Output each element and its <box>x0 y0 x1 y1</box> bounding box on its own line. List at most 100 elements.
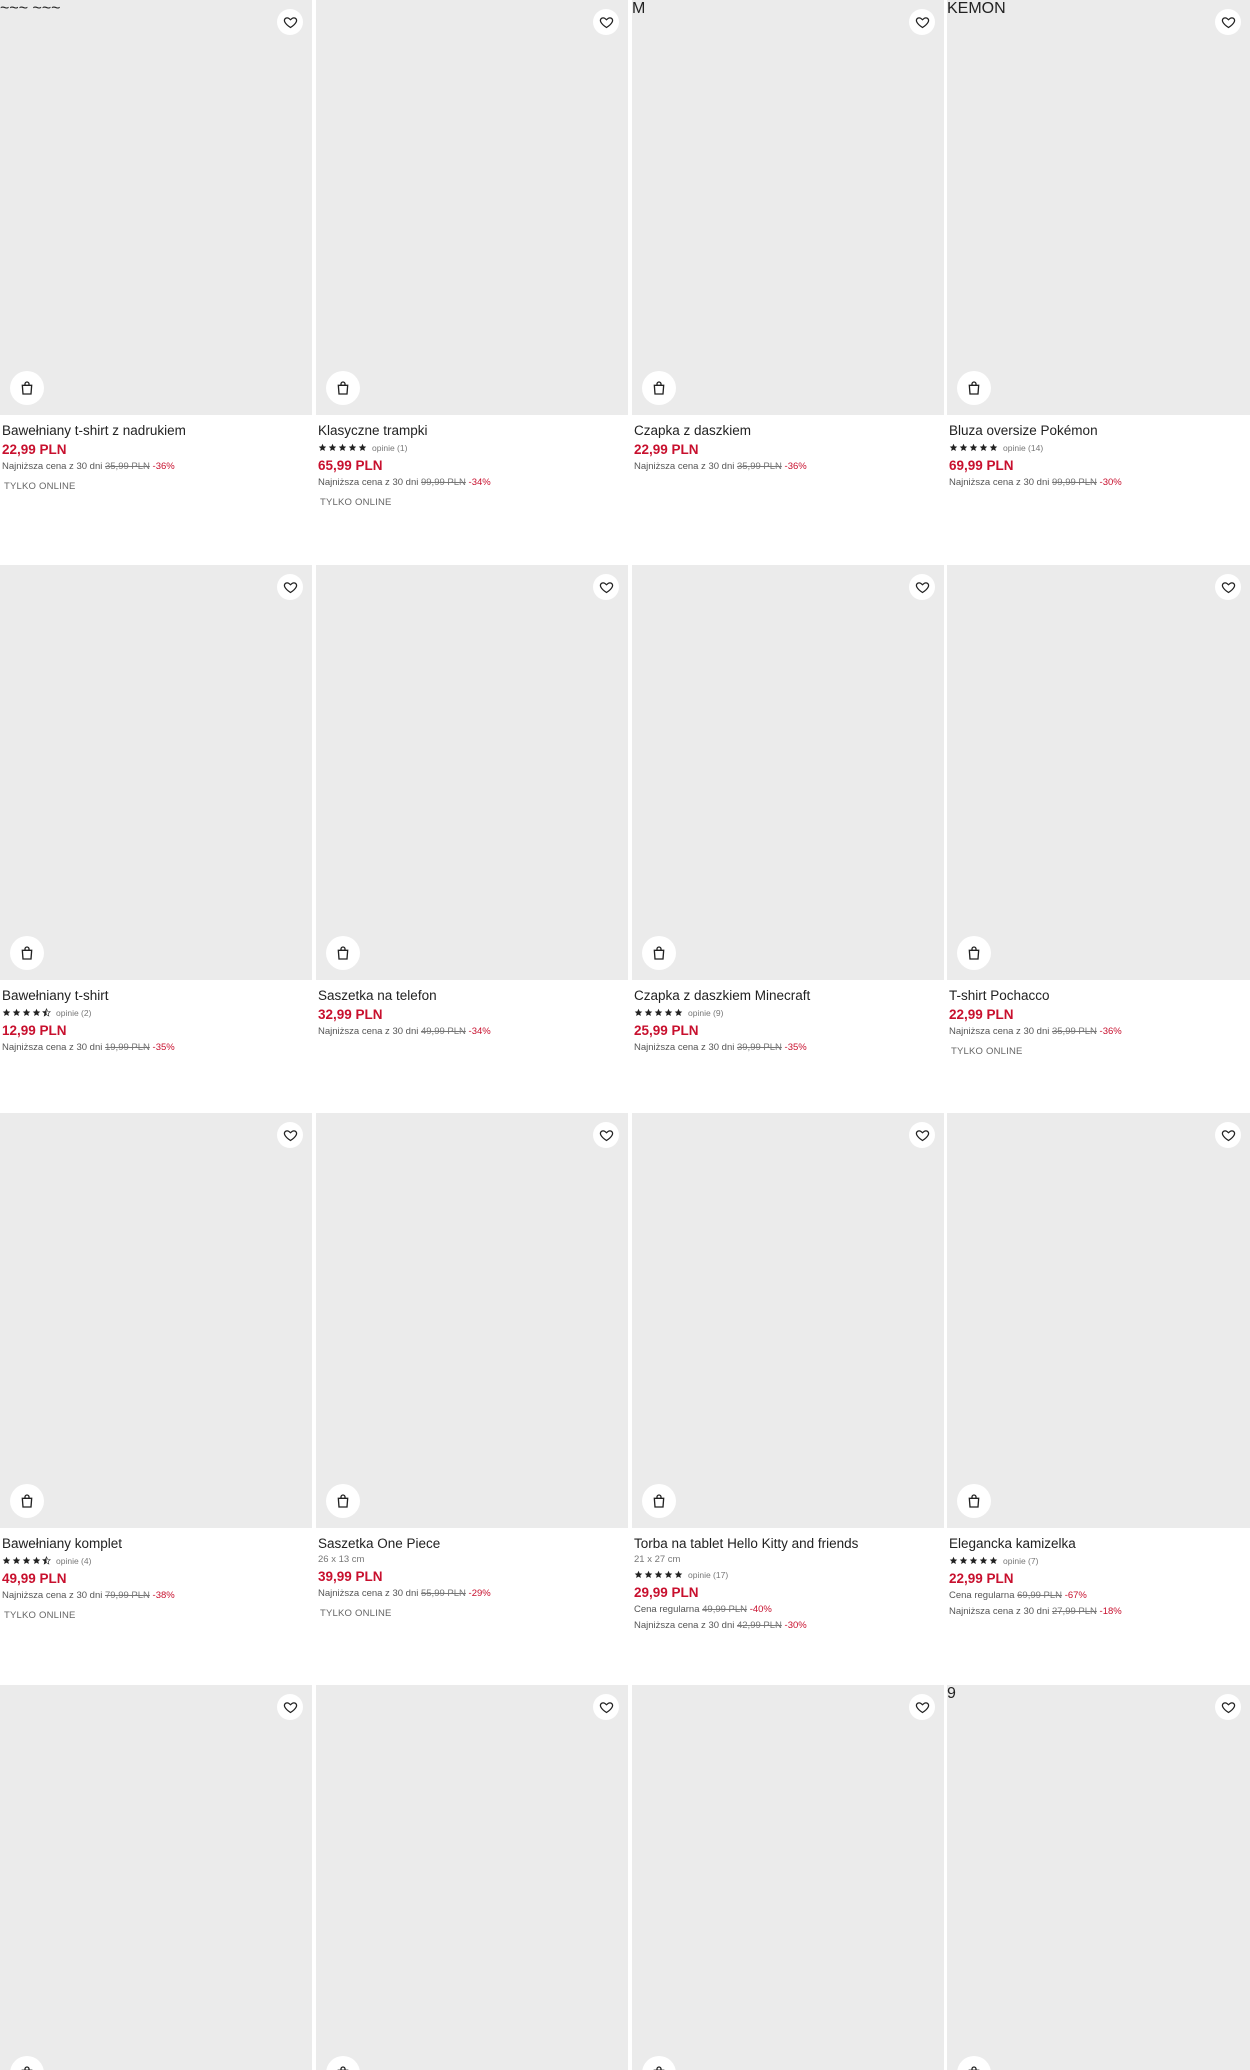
product-image[interactable] <box>632 565 944 980</box>
heart-icon[interactable] <box>277 9 303 35</box>
shopping-bag-icon[interactable] <box>326 936 360 970</box>
star-icon <box>664 1566 673 1584</box>
product-card[interactable]: Elegancka kamizelka opinie (7) 22,99 PLN Ce… <box>947 1113 1250 1673</box>
product-image[interactable] <box>0 565 312 980</box>
product-image[interactable]: M <box>632 0 944 415</box>
product-name[interactable]: T-shirt Pochacco <box>949 987 1246 1005</box>
product-card[interactable] <box>316 1685 628 2070</box>
heart-icon[interactable] <box>593 1122 619 1148</box>
shopping-bag-icon[interactable] <box>642 936 676 970</box>
product-photo: 9 <box>947 1685 1250 2070</box>
product-image[interactable]: KEMON <box>947 0 1250 415</box>
lowest-old-price: 99,99 PLN <box>1051 477 1097 488</box>
heart-icon[interactable] <box>909 574 935 600</box>
shopping-bag-icon[interactable] <box>957 936 991 970</box>
product-image[interactable]: 9 <box>947 1685 1250 2070</box>
product-image[interactable] <box>947 565 1250 980</box>
product-image[interactable] <box>316 1685 628 2070</box>
rating-stars <box>2 1552 51 1570</box>
star-icon <box>644 1004 653 1022</box>
product-card[interactable]: M Czapka z daszkiem 22,99 PLN Najniższa cen… <box>632 0 944 560</box>
product-name[interactable]: Bawełniany t-shirt z nadrukiem <box>2 422 308 440</box>
product-card[interactable] <box>632 1685 944 2070</box>
product-image[interactable] <box>947 1113 1250 1528</box>
product-info: Saszetka One Piece 26 x 13 cm 39,99 PLN Naj… <box>318 1535 624 1619</box>
shopping-bag-icon[interactable] <box>326 371 360 405</box>
product-card[interactable]: T-shirt Pochacco 22,99 PLN Najniższa cena … <box>947 565 1250 1125</box>
product-card[interactable]: Czapka z daszkiem Minecraft opinie (9) 25,… <box>632 565 944 1125</box>
product-image[interactable] <box>316 1113 628 1528</box>
heart-icon[interactable] <box>909 1694 935 1720</box>
shopping-bag-icon[interactable] <box>326 1484 360 1518</box>
price: 49,99 PLN <box>2 1571 67 1586</box>
shopping-bag-icon[interactable] <box>957 371 991 405</box>
heart-icon[interactable] <box>593 1694 619 1720</box>
online-only-badge: TYLKO ONLINE <box>951 1046 1023 1057</box>
product-card[interactable]: ~~~ ~~~ Bawełniany t-shirt z nadrukiem 22,… <box>0 0 312 560</box>
product-image[interactable] <box>0 1685 312 2070</box>
heart-icon[interactable] <box>277 1694 303 1720</box>
regular-price: Cena regularna 69,99 PLN -67% <box>949 1588 1246 1604</box>
lowest-price-label: Najniższa cena z 30 dni <box>634 1620 735 1631</box>
heart-icon[interactable] <box>1215 1694 1241 1720</box>
online-only-badge: TYLKO ONLINE <box>4 1610 76 1621</box>
product-image[interactable] <box>316 0 628 415</box>
product-name[interactable]: Saszetka One Piece <box>318 1535 624 1553</box>
shopping-bag-icon[interactable] <box>957 1484 991 1518</box>
price: 32,99 PLN <box>318 1007 383 1022</box>
heart-icon[interactable] <box>1215 1122 1241 1148</box>
product-image[interactable] <box>632 1685 944 2070</box>
rating-stars <box>634 1004 683 1022</box>
product-card[interactable]: KEMON Bluza oversize Pokémon opinie (14) 6… <box>947 0 1250 560</box>
heart-icon[interactable] <box>277 1122 303 1148</box>
product-image[interactable] <box>0 1113 312 1528</box>
product-name[interactable]: Torba na tablet Hello Kitty and friends <box>634 1535 940 1553</box>
product-card[interactable]: Saszetka na telefon 32,99 PLN Najniższa ce… <box>316 565 628 1125</box>
shopping-bag-icon[interactable] <box>642 371 676 405</box>
shopping-bag-icon[interactable] <box>10 371 44 405</box>
shopping-bag-icon[interactable] <box>10 936 44 970</box>
lowest-discount: -35% <box>784 1042 807 1053</box>
product-card[interactable]: Bawełniany t-shirt opinie (2) 12,99 PLN Naj… <box>0 565 312 1125</box>
product-card[interactable]: Bawełniany komplet opinie (4) 49,99 PLN Naj… <box>0 1113 312 1673</box>
price: 22,99 PLN <box>949 1007 1014 1022</box>
shopping-bag-icon[interactable] <box>10 1484 44 1518</box>
star-icon <box>32 1552 41 1570</box>
product-name[interactable]: Klasyczne trampki <box>318 422 624 440</box>
shopping-bag-icon[interactable] <box>642 1484 676 1518</box>
product-name[interactable]: Bluza oversize Pokémon <box>949 422 1246 440</box>
price: 65,99 PLN <box>318 458 383 473</box>
product-image[interactable] <box>316 565 628 980</box>
product-card[interactable]: Torba na tablet Hello Kitty and friends 2… <box>632 1113 944 1673</box>
product-card[interactable]: 9 <box>947 1685 1250 2070</box>
heart-icon[interactable] <box>593 574 619 600</box>
lowest-price-label: Najniższa cena z 30 dni <box>2 461 103 472</box>
product-card[interactable]: Klasyczne trampki opinie (1) 65,99 PLN Najn… <box>316 0 628 560</box>
heart-icon[interactable] <box>1215 574 1241 600</box>
heart-icon[interactable] <box>277 574 303 600</box>
lowest-price-label: Najniższa cena z 30 dni <box>2 1042 103 1053</box>
product-name[interactable]: Czapka z daszkiem <box>634 422 940 440</box>
product-rating: opinie (17) <box>634 1567 940 1583</box>
product-info: Bawełniany komplet opinie (4) 49,99 PLN Naj… <box>2 1535 308 1621</box>
lowest-price-30-days: Najniższa cena z 30 dni 39,99 PLN -35% <box>634 1040 940 1056</box>
product-photo <box>632 565 944 980</box>
product-card[interactable]: Saszetka One Piece 26 x 13 cm 39,99 PLN Naj… <box>316 1113 628 1673</box>
product-name[interactable]: Elegancka kamizelka <box>949 1535 1246 1553</box>
product-name[interactable]: Bawełniany t-shirt <box>2 987 308 1005</box>
heart-icon[interactable] <box>593 9 619 35</box>
svg-text:KEMON: KEMON <box>947 0 1006 17</box>
product-image[interactable]: ~~~ ~~~ <box>0 0 312 415</box>
product-photo <box>632 1685 944 2070</box>
review-count: opinie (2) <box>56 1008 92 1018</box>
heart-icon[interactable] <box>909 9 935 35</box>
heart-icon[interactable] <box>1215 9 1241 35</box>
heart-icon[interactable] <box>909 1122 935 1148</box>
lowest-price-label: Najniższa cena z 30 dni <box>949 1026 1050 1037</box>
product-name[interactable]: Bawełniany komplet <box>2 1535 308 1553</box>
product-card[interactable] <box>0 1685 312 2070</box>
product-image[interactable] <box>632 1113 944 1528</box>
product-name[interactable]: Czapka z daszkiem Minecraft <box>634 987 940 1005</box>
product-name[interactable]: Saszetka na telefon <box>318 987 624 1005</box>
product-photo <box>0 1113 312 1528</box>
